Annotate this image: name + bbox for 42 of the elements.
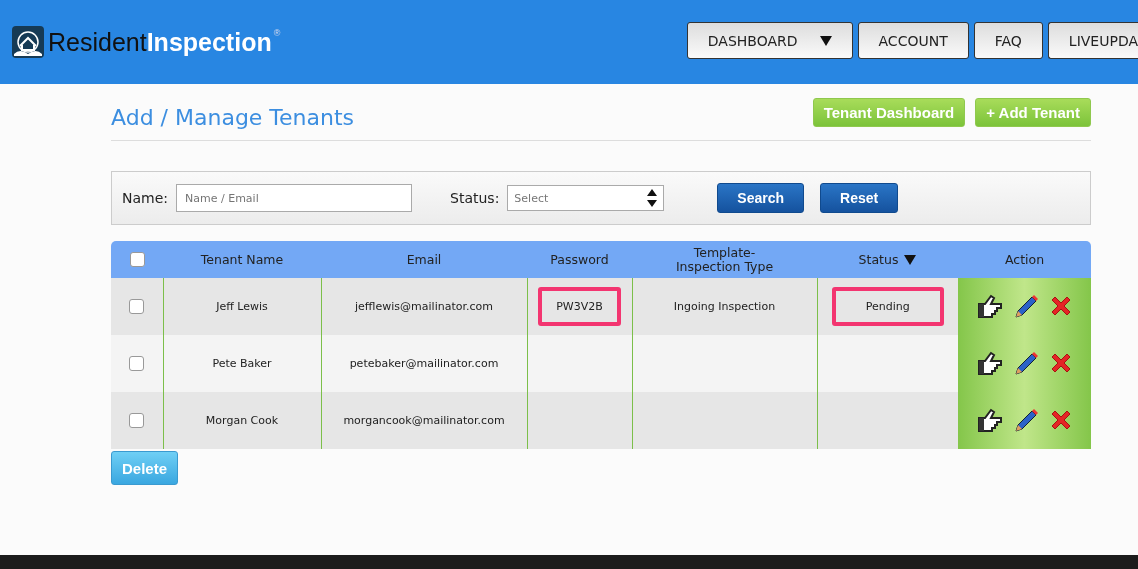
- column-header: Action: [1004, 251, 1045, 267]
- nav-button[interactable]: ACCOUNT: [857, 22, 969, 59]
- email-cell: petebaker@mailinator.com: [349, 357, 499, 370]
- reset-button[interactable]: Reset: [820, 183, 899, 213]
- name-field[interactable]: Name / Email: [176, 184, 413, 212]
- nav-button[interactable]: FAQ: [973, 22, 1043, 59]
- tenant-name: Pete Baker: [212, 357, 272, 370]
- pencil-icon[interactable]: [1012, 350, 1039, 377]
- status-text: Pending: [865, 300, 910, 313]
- tenant-name: Morgan Cook: [205, 414, 279, 427]
- registered-mark: ®: [273, 27, 281, 38]
- column-header: Tenant Name: [200, 251, 284, 267]
- sort-caret-icon: [904, 254, 917, 265]
- pointing-hand-icon[interactable]: [976, 293, 1003, 318]
- caret-icon: [819, 35, 832, 46]
- email-cell: morgancook@mailinator.com: [343, 414, 505, 427]
- pointing-hand-icon[interactable]: [976, 350, 1003, 375]
- house-logo-icon: [12, 26, 44, 58]
- pencil-icon[interactable]: [1012, 407, 1039, 434]
- select-all-checkbox[interactable]: [129, 252, 145, 267]
- row-checkbox[interactable]: [129, 299, 145, 314]
- column-header[interactable]: Status: [858, 252, 899, 267]
- nav-button[interactable]: DASHBOARD: [686, 22, 853, 59]
- search-button[interactable]: Search: [717, 183, 805, 213]
- page-title: Add / Manage Tenants: [111, 104, 355, 130]
- template-cell: Ingoing Inspection: [673, 300, 776, 313]
- column-header: Email: [406, 251, 442, 267]
- pencil-icon[interactable]: [1012, 293, 1039, 320]
- column-header: Template- Inspection Type: [675, 244, 774, 274]
- password-text: PW3V2B: [556, 300, 603, 313]
- status-label: Status:: [450, 190, 500, 206]
- status-select[interactable]: Select: [507, 185, 665, 211]
- pointing-hand-icon[interactable]: [976, 407, 1003, 432]
- email-cell: jefflewis@mailinator.com: [355, 300, 493, 313]
- up-down-arrows-icon: [647, 189, 658, 207]
- row-checkbox[interactable]: [129, 356, 145, 371]
- tenant-name: Jeff Lewis: [216, 300, 268, 313]
- row-checkbox[interactable]: [129, 413, 145, 428]
- name-label: Name:: [122, 190, 169, 206]
- logo-text: ResidentInspection: [48, 27, 272, 57]
- column-header: Password: [550, 251, 609, 267]
- nav-button[interactable]: LIVEUPDA: [1047, 22, 1138, 59]
